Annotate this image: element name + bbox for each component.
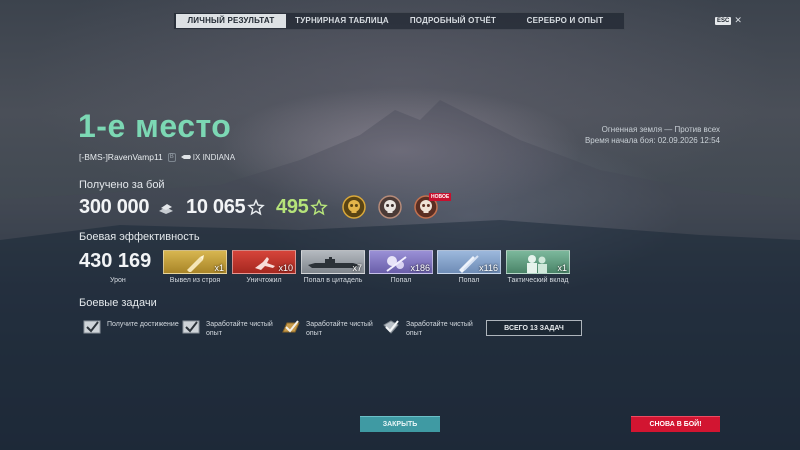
damage-label: Урон xyxy=(110,277,126,284)
player-name: [-BMS-]RavenVamp11 xyxy=(79,152,163,162)
credits-value: 300 000 xyxy=(79,196,150,218)
task-check-diamond-icon xyxy=(383,320,399,334)
ribbon-label: Попал xyxy=(458,277,480,284)
plane-destroyed-icon xyxy=(255,257,275,270)
ribbon-count: x186 xyxy=(410,263,430,273)
task-check-icon xyxy=(83,320,101,334)
ship-name: IX INDIANA xyxy=(192,152,236,162)
credits-icon xyxy=(159,204,173,214)
ribbon-label: Попал в цитадель xyxy=(303,277,363,284)
gold-skull-achievement-icon[interactable] xyxy=(342,195,366,219)
ribbon-incapacitated[interactable]: x1 Вывел из строя xyxy=(163,250,227,284)
ribbon-label: Тактический вклад xyxy=(507,277,569,284)
ribbon-box: x1 xyxy=(506,250,570,274)
results-tab-bar: ЛИЧНЫЙ РЕЗУЛЬТАТ ТУРНИРНАЯ ТАБЛИЦА ПОДРО… xyxy=(173,12,625,30)
battleship-class-icon xyxy=(180,155,191,159)
background-scene xyxy=(0,100,800,450)
task-item[interactable]: Заработайте чистый опыт xyxy=(282,320,381,338)
esc-close-button[interactable]: ESC ✕ xyxy=(715,16,742,25)
ribbon-count: x10 xyxy=(278,263,293,273)
task-text: Заработайте чистый опыт xyxy=(406,321,473,337)
task-text: Заработайте чистый опыт xyxy=(306,321,373,337)
esc-key-icon: ESC xyxy=(715,16,732,25)
all-tasks-button[interactable]: ВСЕГО 13 ЗАДАЧ xyxy=(486,320,582,336)
efficiency-title: Боевая эффективность xyxy=(79,231,200,243)
ribbon-box: x116 xyxy=(437,250,501,274)
battle-start-time: Время начала боя: 02.09.2026 12:54 xyxy=(584,136,720,145)
task-item[interactable]: Получите достижение xyxy=(83,320,182,334)
xp-value: 10 065 xyxy=(186,196,246,218)
task-check-gold-icon xyxy=(282,320,300,333)
damage-value: 430 169 xyxy=(79,250,152,272)
ribbon-count: x7 xyxy=(352,263,362,273)
tactical-contribution-icon xyxy=(527,255,547,273)
battle-info: Огненная земля — Против всех Время начал… xyxy=(585,124,720,146)
ribbon-box: x1 xyxy=(163,250,227,274)
xp-star-icon xyxy=(247,199,265,216)
shell-icon xyxy=(187,255,204,272)
task-text: Получите достижение xyxy=(107,321,179,328)
new-badge: НОВОЕ xyxy=(429,193,452,201)
tab-credits-xp[interactable]: СЕРЕБРО И ОПЫТ xyxy=(508,14,622,28)
ribbon-destroyed[interactable]: x10 Уничтожил xyxy=(232,250,296,284)
tab-detailed-report[interactable]: ПОДРОБНЫЙ ОТЧЁТ xyxy=(398,14,508,28)
ribbon-box: x7 xyxy=(301,250,365,274)
place-title: 1-е место xyxy=(78,108,232,144)
ribbon-label: Попал xyxy=(390,277,412,284)
ribbon-main-battery-hit[interactable]: x116 Попал xyxy=(437,250,501,284)
ribbon-tactical-contribution[interactable]: x1 Тактический вклад xyxy=(506,250,570,284)
task-item[interactable]: Заработайте чистый опыт xyxy=(382,320,481,338)
ribbon-secondary-hit[interactable]: x186 Попал xyxy=(369,250,433,284)
ribbon-box: x10 xyxy=(232,250,296,274)
ribbon-label: Уничтожил xyxy=(246,277,282,284)
earned-title: Получено за бой xyxy=(79,179,165,191)
free-xp-star-icon xyxy=(310,199,328,216)
secondary-hit-icon xyxy=(386,256,407,272)
player-line: [-BMS-]RavenVamp11 B IX INDIANA xyxy=(79,152,235,162)
ribbon-count: x1 xyxy=(214,263,224,273)
battle-again-button[interactable]: СНОВА В БОЙ! xyxy=(631,416,720,432)
ribbon-count: x1 xyxy=(557,263,567,273)
task-item[interactable]: Заработайте чистый опыт xyxy=(182,320,281,338)
task-check-icon xyxy=(182,320,200,334)
tab-team-table[interactable]: ТУРНИРНАЯ ТАБЛИЦА xyxy=(286,14,398,28)
ribbon-box: x186 xyxy=(369,250,433,274)
player-badge-icon: B xyxy=(167,152,176,162)
tab-personal-result[interactable]: ЛИЧНЫЙ РЕЗУЛЬТАТ xyxy=(176,14,286,28)
tasks-title: Боевые задачи xyxy=(79,297,157,309)
free-xp-value: 495 xyxy=(276,196,309,218)
ribbon-count: x116 xyxy=(479,263,498,273)
ribbon-citadel[interactable]: x7 Попал в цитадель xyxy=(301,250,365,284)
skull-achievement-icon[interactable] xyxy=(378,195,402,219)
close-icon[interactable]: ✕ xyxy=(734,16,742,25)
ribbon-label: Вывел из строя xyxy=(169,277,221,284)
task-text: Заработайте чистый опыт xyxy=(206,321,273,337)
close-button[interactable]: ЗАКРЫТЬ xyxy=(360,416,440,432)
battle-mode: Огненная земля — Против всех xyxy=(601,125,720,134)
